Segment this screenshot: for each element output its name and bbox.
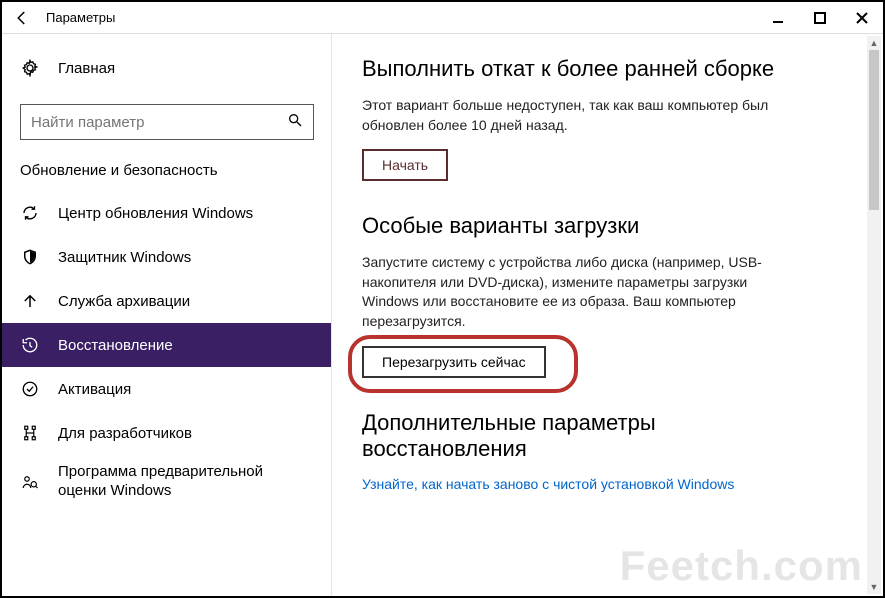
section-description: Запустите систему с устройства либо диск…: [362, 253, 802, 331]
sidebar-item-label: Программа предварительной оценки Windows: [58, 463, 314, 501]
close-button[interactable]: [841, 2, 883, 33]
scroll-up-icon[interactable]: ▲: [867, 36, 881, 50]
sidebar-item-update-center[interactable]: Центр обновления Windows: [2, 191, 332, 235]
sidebar-item-defender[interactable]: Защитник Windows: [2, 235, 332, 279]
section-title: Выполнить откат к более ранней сборке: [362, 56, 853, 82]
history-icon: [20, 335, 40, 355]
window-title: Параметры: [42, 10, 757, 25]
close-icon: [856, 12, 868, 24]
settings-window: Параметры Главная Обновление и безопа: [0, 0, 885, 598]
section-more-recovery: Дополнительные параметры восстановления …: [362, 410, 853, 492]
sidebar-home[interactable]: Главная: [2, 48, 332, 88]
sync-icon: [20, 203, 40, 223]
maximize-button[interactable]: [799, 2, 841, 33]
sidebar: Главная Обновление и безопасность Центр …: [2, 34, 332, 596]
gear-icon: [20, 58, 40, 78]
developer-icon: [20, 423, 40, 443]
sidebar-item-label: Восстановление: [58, 337, 173, 354]
arrow-up-icon: [20, 291, 40, 311]
fresh-start-link[interactable]: Узнайте, как начать заново с чистой уста…: [362, 476, 853, 492]
search-box[interactable]: [20, 104, 314, 140]
section-rollback: Выполнить откат к более ранней сборке Эт…: [362, 56, 853, 181]
sidebar-item-label: Центр обновления Windows: [58, 205, 253, 222]
search-icon: [287, 112, 303, 132]
back-button[interactable]: [2, 2, 42, 33]
insider-icon: [20, 472, 40, 492]
maximize-icon: [814, 12, 826, 24]
sidebar-item-backup[interactable]: Служба архивации: [2, 279, 332, 323]
sidebar-item-label: Служба архивации: [58, 293, 190, 310]
sidebar-item-insider[interactable]: Программа предварительной оценки Windows: [2, 455, 332, 509]
section-advanced-startup: Особые варианты загрузки Запустите систе…: [362, 213, 853, 377]
sidebar-item-label: Активация: [58, 381, 131, 398]
section-title: Особые варианты загрузки: [362, 213, 853, 239]
sidebar-item-developers[interactable]: Для разработчиков: [2, 411, 332, 455]
scroll-thumb[interactable]: [869, 50, 879, 210]
sidebar-item-label: Защитник Windows: [58, 249, 191, 266]
restart-now-button[interactable]: Перезагрузить сейчас: [362, 346, 546, 378]
content-panel: Выполнить откат к более ранней сборке Эт…: [332, 34, 883, 596]
sidebar-item-activation[interactable]: Активация: [2, 367, 332, 411]
window-body: Главная Обновление и безопасность Центр …: [2, 34, 883, 596]
scrollbar[interactable]: ▲ ▼: [867, 36, 881, 594]
check-circle-icon: [20, 379, 40, 399]
sidebar-home-label: Главная: [58, 60, 115, 77]
start-button[interactable]: Начать: [362, 149, 448, 181]
minimize-icon: [772, 12, 784, 24]
minimize-button[interactable]: [757, 2, 799, 33]
sidebar-category: Обновление и безопасность: [2, 154, 332, 191]
section-title: Дополнительные параметры восстановления: [362, 410, 722, 462]
window-controls: [757, 2, 883, 33]
watermark: Feetch.com: [620, 542, 863, 590]
sidebar-item-label: Для разработчиков: [58, 425, 192, 442]
shield-icon: [20, 247, 40, 267]
section-description: Этот вариант больше недоступен, так как …: [362, 96, 802, 135]
titlebar: Параметры: [2, 2, 883, 34]
search-input[interactable]: [31, 114, 262, 131]
arrow-left-icon: [13, 9, 31, 27]
scroll-down-icon[interactable]: ▼: [867, 580, 881, 594]
sidebar-item-recovery[interactable]: Восстановление: [2, 323, 332, 367]
